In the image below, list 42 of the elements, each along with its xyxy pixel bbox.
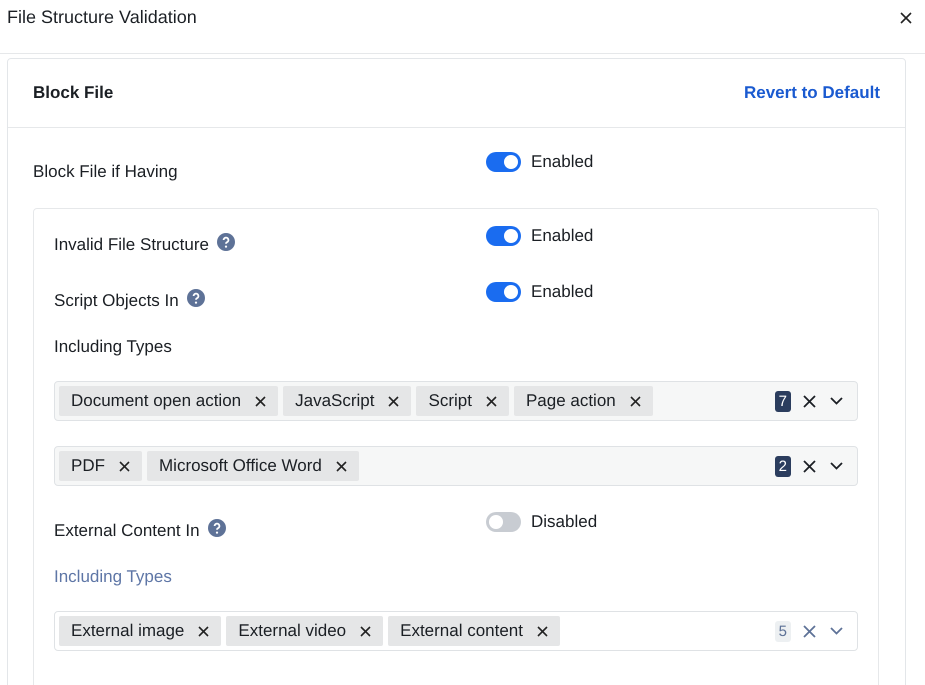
toggle-switch[interactable] xyxy=(486,512,521,532)
remove-icon[interactable] xyxy=(388,396,400,406)
tag-chip[interactable]: JavaScript xyxy=(283,386,412,416)
close-icon[interactable] xyxy=(900,12,912,24)
multi-select-field[interactable]: Document open action JavaScript Script Page action 7 xyxy=(54,381,858,421)
toggle-state-label: Enabled xyxy=(531,282,594,302)
chevron-down-icon[interactable] xyxy=(830,397,843,405)
count-badge: 2 xyxy=(774,456,791,476)
help-icon[interactable] xyxy=(216,233,235,251)
setting-label: Block File if Having xyxy=(33,161,179,182)
remove-icon[interactable] xyxy=(486,396,497,406)
card-title: Block File xyxy=(33,83,114,103)
toggle-state-label: Disabled xyxy=(531,512,598,532)
setting-label: Invalid File Structure xyxy=(54,235,209,255)
tag-chip[interactable]: Script xyxy=(416,386,509,416)
dialog-title: File Structure Validation xyxy=(7,7,197,28)
tag-chip[interactable]: Document open action xyxy=(59,386,278,416)
toggle-switch[interactable] xyxy=(486,282,521,302)
setting-label: Script Objects In xyxy=(54,291,179,311)
help-icon[interactable] xyxy=(186,289,205,307)
revert-link[interactable]: Revert to Default xyxy=(744,83,880,103)
multi-select-field[interactable]: PDF Microsoft Office Word 2 xyxy=(54,446,858,486)
clear-icon[interactable] xyxy=(803,460,816,472)
tag-chip[interactable]: PDF xyxy=(59,451,142,481)
chevron-down-icon[interactable] xyxy=(830,462,843,470)
remove-icon[interactable] xyxy=(336,460,347,472)
remove-icon[interactable] xyxy=(630,396,641,406)
remove-icon[interactable] xyxy=(119,460,130,472)
section-heading: Including Types xyxy=(54,567,173,587)
setting-label: External Content In xyxy=(54,521,200,541)
toggle-switch[interactable] xyxy=(486,152,521,172)
section-heading: Including Types xyxy=(54,337,173,357)
toggle-switch[interactable] xyxy=(486,226,521,246)
tag-chip[interactable]: Page action xyxy=(514,386,653,416)
count-badge: 7 xyxy=(774,390,791,412)
toggle-state-label: Enabled xyxy=(531,152,594,172)
count-badge: 5 xyxy=(774,620,791,642)
clear-icon[interactable] xyxy=(803,394,816,408)
toggle-state-label: Enabled xyxy=(531,226,594,246)
tag-chip[interactable]: Microsoft Office Word xyxy=(147,451,359,481)
help-icon[interactable] xyxy=(208,519,226,537)
remove-icon[interactable] xyxy=(255,396,266,406)
